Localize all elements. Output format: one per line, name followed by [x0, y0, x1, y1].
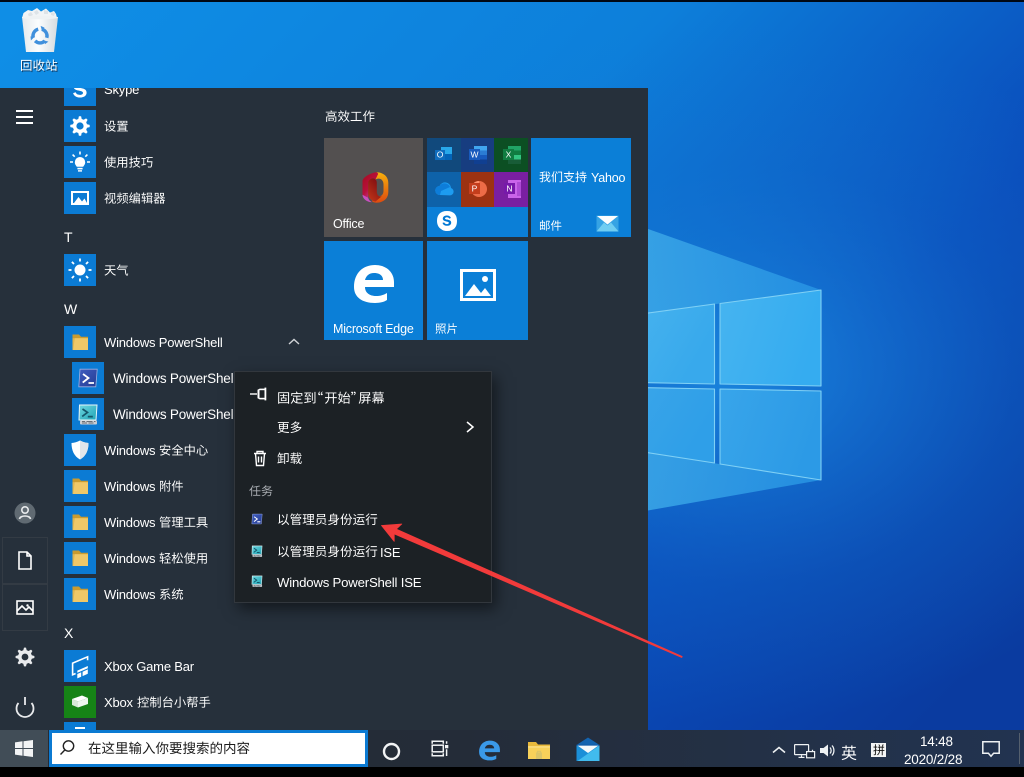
svg-text:W: W	[470, 150, 478, 160]
svg-text:O: O	[437, 150, 444, 160]
svg-text:X: X	[506, 150, 512, 160]
svg-text:P: P	[472, 184, 478, 194]
svg-text:N: N	[506, 184, 512, 194]
